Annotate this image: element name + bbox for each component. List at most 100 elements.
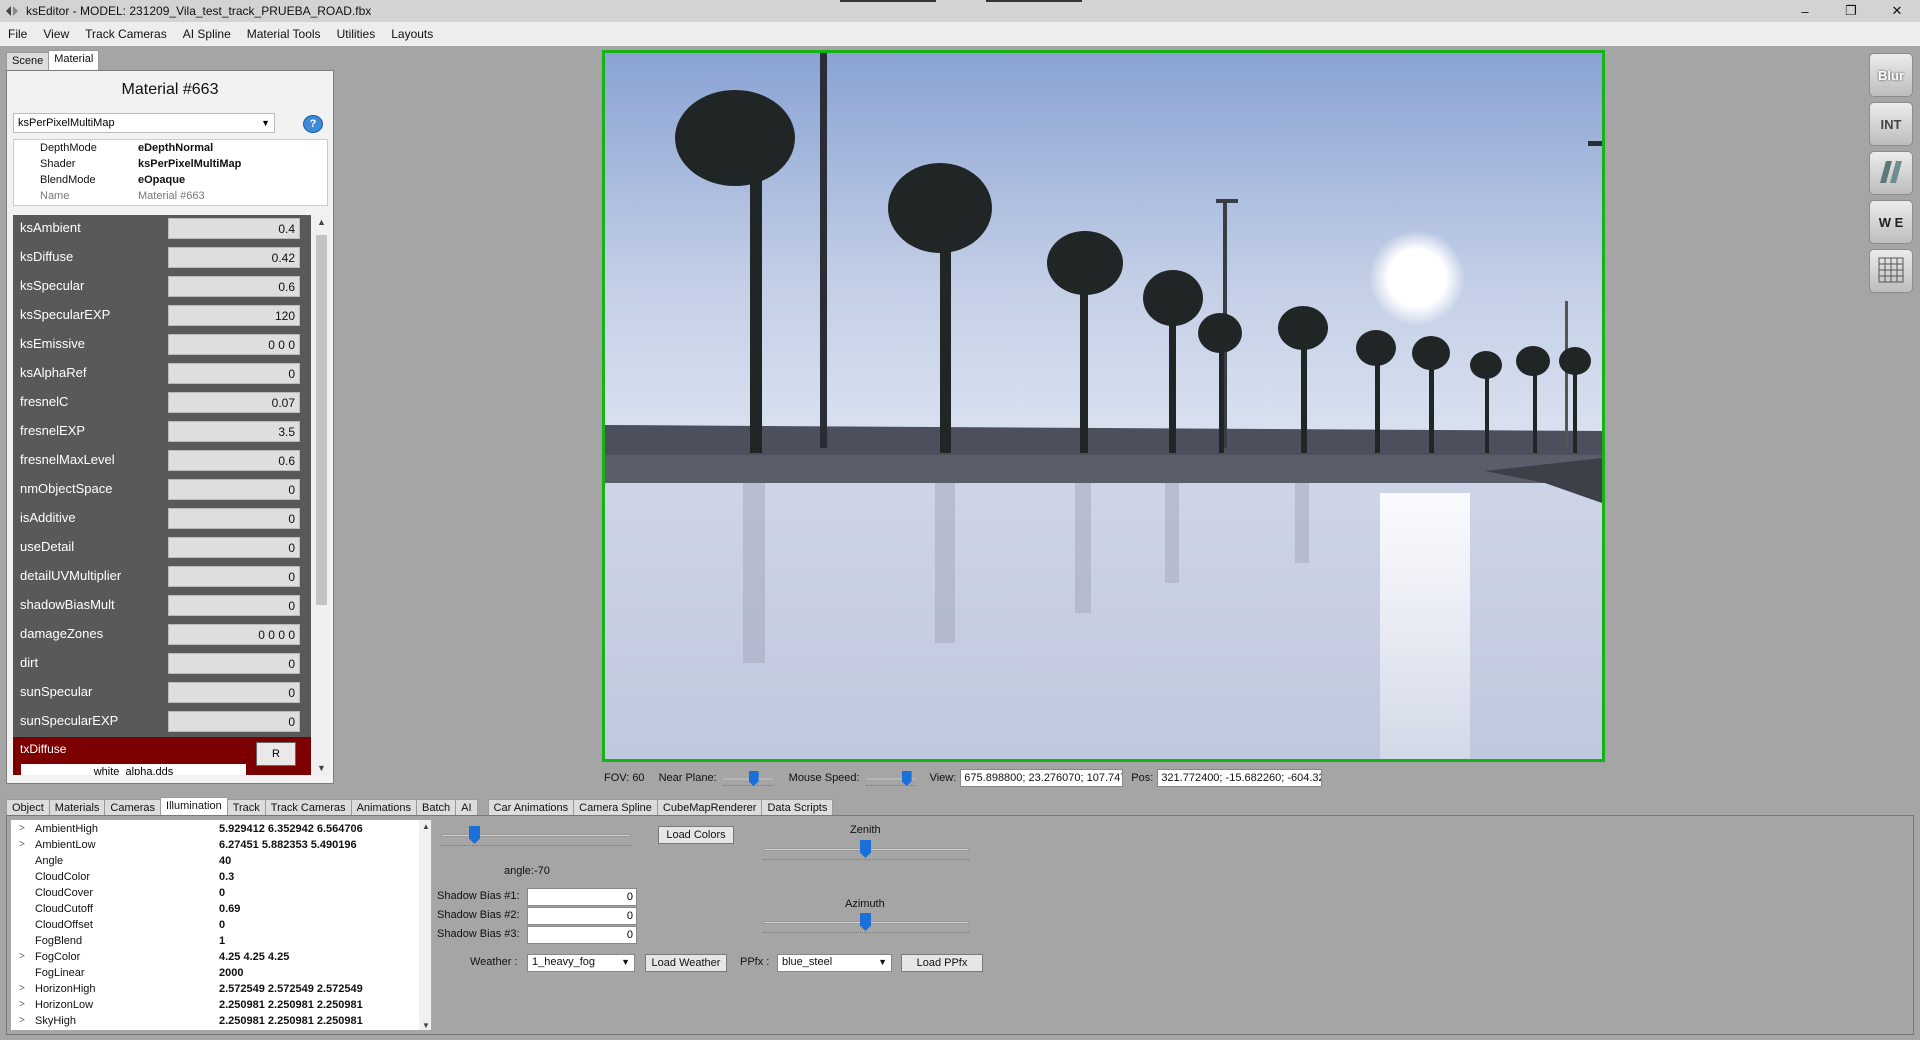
help-icon[interactable]: ? [303,115,323,133]
scroll-thumb[interactable] [316,235,327,605]
list-item[interactable]: CloudCutoff 0.69 [11,902,416,918]
param-value-field[interactable]: 0.4 [168,218,300,239]
title-mark [840,0,936,2]
param-label: isAdditive [20,510,76,525]
scroll-down-icon[interactable]: ▼ [422,1021,430,1030]
list-item[interactable]: CloudOffset 0 [11,918,416,934]
param-value-field[interactable]: 0 [168,537,300,558]
slider-knob[interactable] [748,771,759,786]
menu-utilities[interactable]: Utilities [329,27,384,41]
expand-icon[interactable]: > [19,983,25,994]
minimize-icon[interactable]: – [1782,0,1828,22]
tab-material[interactable]: Material [48,50,100,70]
grid-button[interactable] [1869,249,1913,293]
blur-button[interactable]: Blur [1869,53,1913,97]
texture-reload-button[interactable]: R [256,742,296,766]
list-item[interactable]: CloudColor 0.3 [11,870,416,886]
load-colors-button[interactable]: Load Colors [658,826,734,844]
param-value-field[interactable]: 0.6 [168,276,300,297]
param-value-field[interactable]: 0 0 0 0 [168,624,300,645]
pos-coords-field[interactable]: 321.772400; -15.682260; -604.32 [1157,769,1323,787]
slider-knob[interactable] [860,913,871,931]
list-item[interactable]: > SkyHigh 2.250981 2.250981 2.250981 [11,1014,416,1030]
illumination-scrollbar[interactable]: ▲ ▼ [419,820,431,1030]
scroll-down-icon[interactable]: ▼ [317,763,326,773]
param-value-field[interactable]: 0.42 [168,247,300,268]
property-row[interactable]: BlendMode eOpaque [14,172,327,188]
expand-icon[interactable]: > [19,951,25,962]
expand-icon[interactable]: > [19,823,25,834]
param-value-field[interactable]: 0.07 [168,392,300,413]
3d-viewport[interactable] [602,50,1605,762]
panels-button[interactable] [1869,151,1913,195]
list-item[interactable]: > FogColor 4.25 4.25 4.25 [11,950,416,966]
weather-select[interactable]: 1_heavy_fog ▼ [527,954,635,972]
menu-ai-spline[interactable]: AI Spline [175,27,239,41]
param-value-field[interactable]: 0 0 0 [168,334,300,355]
slider-knob[interactable] [469,826,480,844]
slider-knob[interactable] [860,840,871,858]
list-item[interactable]: > AmbientLow 6.27451 5.882353 5.490196 [11,838,416,854]
tab-illumination[interactable]: Illumination [160,797,228,817]
param-value-field[interactable]: 0 [168,682,300,703]
param-value-field[interactable]: 0.6 [168,450,300,471]
list-item[interactable]: > HorizonLow 2.250981 2.250981 2.250981 [11,998,416,1014]
param-value-field[interactable]: 0 [168,711,300,732]
property-row[interactable]: DepthMode eDepthNormal [14,140,327,156]
param-row: ksAlphaRef 0 [13,360,311,387]
azimuth-slider[interactable] [763,913,969,933]
illum-value: 0.69 [219,903,241,915]
list-item[interactable]: FogLinear 2000 [11,966,416,982]
list-item[interactable]: Angle 40 [11,854,416,870]
restore-icon[interactable]: ❐ [1828,0,1874,22]
menu-view[interactable]: View [35,27,77,41]
param-scrollbar[interactable]: ▲ ▼ [313,215,330,775]
scroll-up-icon[interactable]: ▲ [317,217,326,227]
shader-param-list: ksAmbient 0.4 ksDiffuse 0.42 ksSpecular 0.6… [13,215,311,775]
shader-select[interactable]: ksPerPixelMultiMap ▼ [13,113,275,133]
close-icon[interactable]: ✕ [1874,0,1920,22]
list-item[interactable]: > AmbientHigh 5.929412 6.352942 6.564706 [11,822,416,838]
near-plane-slider[interactable] [722,770,773,786]
shadow-bias-2-input[interactable]: 0 [527,907,637,925]
load-weather-button[interactable]: Load Weather [645,954,727,972]
shadow-bias-1-input[interactable]: 0 [527,888,637,906]
list-item[interactable]: FogBlend 1 [11,934,416,950]
property-row[interactable]: Name Material #663 [14,188,327,204]
menu-layouts[interactable]: Layouts [383,27,441,41]
angle-slider[interactable] [441,826,631,846]
int-hr-lr-button[interactable]: INT [1869,102,1913,146]
menu-track-cameras[interactable]: Track Cameras [77,27,175,41]
expand-icon[interactable]: > [19,999,25,1010]
menu-file[interactable]: File [0,27,35,41]
param-value-field[interactable]: 0 [168,508,300,529]
param-value-field[interactable]: 0 [168,653,300,674]
mouse-speed-slider[interactable] [865,770,916,786]
tab-scene[interactable]: Scene [6,52,50,70]
param-value-field[interactable]: 120 [168,305,300,326]
window-title: ksEditor - MODEL: 231209_Vila_test_track… [26,4,372,18]
param-value-field[interactable]: 3.5 [168,421,300,442]
list-item[interactable]: > HorizonHigh 2.572549 2.572549 2.572549 [11,982,416,998]
expand-icon[interactable]: > [19,839,25,850]
param-value-field[interactable]: 0 [168,363,300,384]
param-value-field[interactable]: 0 [168,595,300,616]
load-ppfx-button[interactable]: Load PPfx [901,954,983,972]
scroll-up-icon[interactable]: ▲ [422,822,430,831]
property-row[interactable]: Shader ksPerPixelMultiMap [14,156,327,172]
shadow-bias-3-input[interactable]: 0 [527,926,637,944]
illum-key: CloudOffset [35,919,93,931]
slider-knob[interactable] [901,771,912,786]
list-item[interactable]: CloudCover 0 [11,886,416,902]
view-coords-field[interactable]: 675.898800; 23.276070; 107.747 [960,769,1124,787]
illum-key: FogBlend [35,935,83,947]
expand-icon[interactable]: > [19,1015,25,1026]
zenith-slider[interactable] [763,840,969,860]
ppfx-select[interactable]: blue_steel ▼ [777,954,892,972]
texture-file-field[interactable]: white_alpha.dds [21,764,246,775]
menu-material-tools[interactable]: Material Tools [239,27,329,41]
param-label: damageZones [20,626,104,641]
param-value-field[interactable]: 0 [168,566,300,587]
weather-button[interactable]: W E [1869,200,1913,244]
param-value-field[interactable]: 0 [168,479,300,500]
